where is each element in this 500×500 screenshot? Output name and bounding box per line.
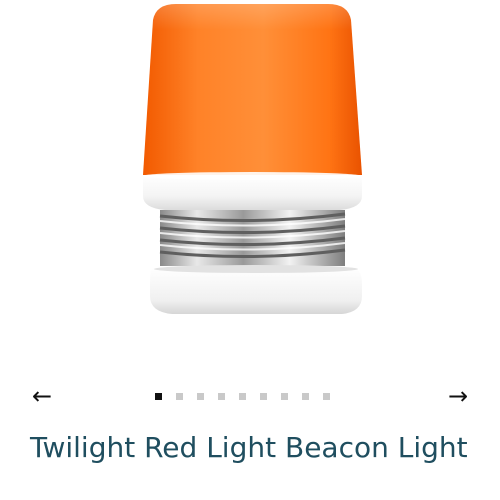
carousel-dot-8[interactable] — [302, 392, 309, 400]
carousel-dot-9[interactable] — [323, 392, 330, 400]
beacon-light-bulb-illustration — [142, 4, 362, 314]
carousel-dot-6[interactable] — [260, 392, 267, 400]
arrow-left-icon: ← — [31, 382, 53, 410]
carousel-dot-5[interactable] — [239, 392, 246, 400]
next-image-button[interactable]: → — [440, 378, 476, 414]
carousel-dot-4[interactable] — [218, 392, 225, 400]
product-title: Twilight Red Light Beacon Light — [30, 431, 468, 464]
carousel-pagination — [155, 378, 330, 414]
carousel-dot-1[interactable] — [155, 392, 162, 400]
carousel-dot-2[interactable] — [176, 392, 183, 400]
previous-image-button[interactable]: ← — [24, 378, 60, 414]
arrow-right-icon: → — [447, 382, 469, 410]
image-carousel-controls: ← → — [0, 378, 500, 414]
carousel-dot-3[interactable] — [197, 392, 204, 400]
product-image — [0, 0, 500, 370]
carousel-dot-7[interactable] — [281, 392, 288, 400]
